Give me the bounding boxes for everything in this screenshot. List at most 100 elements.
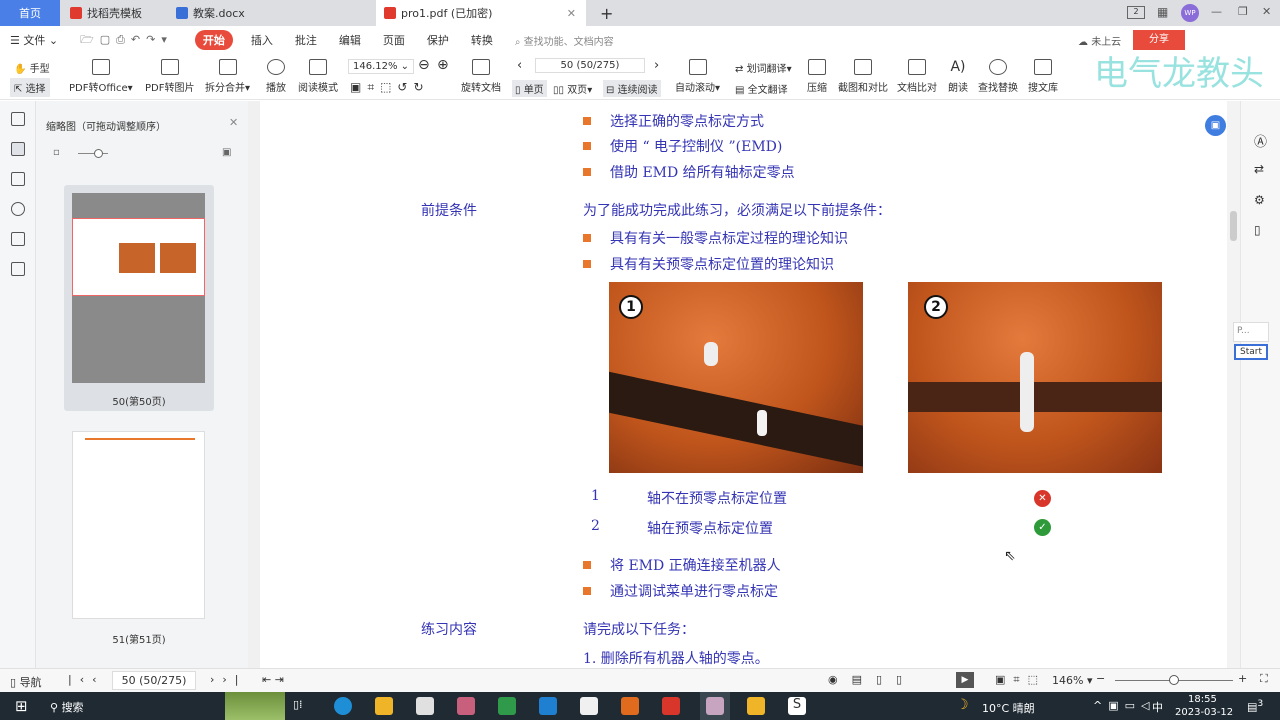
word-translate-button[interactable]: ⇄ 划词翻译▾ bbox=[735, 60, 792, 75]
pdf-to-office-button[interactable]: PDF转Office▾ bbox=[69, 59, 133, 94]
close-window-icon[interactable]: ✕ bbox=[1262, 5, 1271, 18]
double-page-button[interactable]: ▯▯ 双页▾ bbox=[553, 81, 592, 96]
pdf-to-image-button[interactable]: PDF转图片 bbox=[145, 59, 194, 94]
large-thumb-icon[interactable]: ▣ bbox=[222, 147, 231, 158]
page-number-input[interactable]: 50 (50/275) bbox=[535, 58, 645, 73]
navigation-button[interactable]: ▯ 导航 bbox=[10, 674, 42, 690]
split-merge-button[interactable]: 拆分合并▾ bbox=[205, 59, 250, 94]
zoom-in-icon[interactable]: ⊕ bbox=[437, 57, 449, 73]
tab-docx[interactable]: 教案.docx bbox=[168, 0, 374, 26]
apps-grid-icon[interactable]: ▦ bbox=[1157, 5, 1168, 19]
hand-tool[interactable]: ✋ 手型 bbox=[14, 60, 50, 75]
minimize-icon[interactable]: — bbox=[1211, 5, 1222, 18]
fit-rotate-icons[interactable]: ▣⌗⬚↺↻ bbox=[350, 80, 430, 95]
zoom-slider-handle[interactable] bbox=[1169, 675, 1179, 685]
settings-sliders-icon[interactable]: ⚙ bbox=[1254, 193, 1265, 207]
screenshot-compare-button[interactable]: 截图和对比 bbox=[838, 59, 888, 94]
play-icon[interactable]: ▶ bbox=[956, 672, 974, 688]
app-icon[interactable] bbox=[621, 697, 639, 715]
app-icon[interactable] bbox=[706, 697, 724, 715]
tab-home[interactable]: 首页 bbox=[0, 0, 60, 26]
tab-pdf[interactable]: pro1.pdf (已加密) ✕ bbox=[376, 0, 586, 26]
window-layout-icon[interactable]: 2 bbox=[1127, 6, 1145, 19]
start-button[interactable]: Start bbox=[1234, 344, 1268, 360]
next-last-page-buttons[interactable]: ››| bbox=[210, 673, 247, 686]
compress-button[interactable]: 压缩 bbox=[807, 59, 827, 94]
notification-icon[interactable]: ▤3 bbox=[1247, 698, 1263, 714]
next-page-icon[interactable]: › bbox=[654, 58, 659, 73]
zoom-in-button[interactable]: + bbox=[1238, 672, 1247, 685]
slider-handle[interactable] bbox=[94, 149, 103, 158]
thumbnail-icon[interactable] bbox=[10, 142, 25, 156]
windows-start-icon[interactable]: ⊞ bbox=[15, 697, 28, 715]
read-mode-button[interactable]: 阅读模式 bbox=[298, 59, 338, 94]
zoom-select[interactable]: 146.12% ⌄ bbox=[348, 59, 415, 74]
translate-icon[interactable]: ⇄ bbox=[1254, 162, 1264, 176]
first-prev-page-buttons[interactable]: |‹‹ bbox=[68, 673, 105, 686]
doc-compare-button[interactable]: 文档比对 bbox=[897, 59, 937, 94]
view-mode-icons[interactable]: ◉▤▯▯ bbox=[828, 673, 916, 686]
quick-access-icons[interactable]: 🗁▢⎙↶↷▾ bbox=[80, 31, 173, 50]
menu-annotate[interactable]: 批注 bbox=[295, 32, 317, 48]
mail-icon[interactable] bbox=[539, 697, 557, 715]
continuous-read-button[interactable]: ⊟ 连续阅读 bbox=[603, 80, 661, 97]
prev-page-icon[interactable]: ‹ bbox=[517, 58, 522, 73]
app-s-icon[interactable]: S bbox=[788, 697, 806, 715]
app-icon[interactable] bbox=[457, 697, 475, 715]
restore-icon[interactable]: ❐ bbox=[1238, 5, 1248, 18]
scroll-thumb[interactable] bbox=[1230, 211, 1237, 241]
read-aloud-button[interactable]: A) 朗读 bbox=[948, 59, 968, 94]
attachment-icon[interactable] bbox=[10, 202, 25, 216]
close-panel-icon[interactable]: ✕ bbox=[229, 116, 238, 129]
tab-templates[interactable]: 找稻壳模板 bbox=[62, 0, 166, 26]
ocr-icon[interactable]: Ⓐ bbox=[1254, 131, 1267, 150]
file-explorer-icon[interactable] bbox=[375, 697, 393, 715]
zoom-out-icon[interactable]: ⊖ bbox=[418, 57, 430, 73]
search-library-button[interactable]: 搜文库 bbox=[1028, 59, 1058, 94]
new-tab-button[interactable]: + bbox=[592, 0, 613, 26]
app-icon[interactable] bbox=[498, 697, 516, 715]
store-icon[interactable] bbox=[416, 697, 434, 715]
menu-protect[interactable]: 保护 bbox=[427, 32, 449, 48]
menu-convert[interactable]: 转换 bbox=[471, 32, 493, 48]
zoom-slider[interactable] bbox=[1115, 675, 1233, 685]
wps-icon[interactable] bbox=[662, 697, 680, 715]
library-side-icon[interactable]: ▯ bbox=[1254, 223, 1261, 237]
signature-icon[interactable] bbox=[10, 232, 25, 246]
bookmark-icon[interactable] bbox=[10, 112, 25, 126]
menu-insert[interactable]: 插入 bbox=[251, 32, 273, 48]
small-thumb-icon[interactable]: ▫ bbox=[53, 147, 60, 158]
thumb-size-slider[interactable] bbox=[78, 149, 108, 158]
fit-icons[interactable]: ▣⌗⬚ bbox=[995, 673, 1046, 687]
clock-date[interactable]: 2023-03-12 bbox=[1175, 707, 1233, 718]
panel-splitter[interactable] bbox=[248, 101, 260, 668]
edge-icon[interactable] bbox=[334, 697, 352, 715]
auto-scroll-button[interactable]: 自动滚动▾ bbox=[675, 59, 720, 94]
thumbnail-page-50[interactable]: 50(第50页) bbox=[64, 185, 214, 411]
app-icon[interactable] bbox=[580, 697, 598, 715]
clock-time[interactable]: 18:55 bbox=[1188, 694, 1217, 705]
fullscreen-icon[interactable]: ⛶ bbox=[1260, 672, 1268, 686]
play-button[interactable]: 播放 bbox=[266, 59, 286, 94]
taskbar-search[interactable]: ⚲ 搜索 bbox=[50, 699, 84, 715]
zoom-out-button[interactable]: − bbox=[1096, 672, 1105, 685]
full-translate-button[interactable]: ▤ 全文翻译 bbox=[735, 81, 788, 96]
back-forward-icons[interactable]: ⇤ ⇥ bbox=[262, 673, 284, 686]
menu-page[interactable]: 页面 bbox=[383, 32, 405, 48]
tray-icons[interactable]: ^▣▭◁ bbox=[1093, 699, 1155, 712]
comment-icon[interactable] bbox=[10, 172, 25, 186]
select-tool[interactable]: ⇱ 选择 bbox=[10, 78, 50, 97]
status-page-input[interactable]: 50 (50/275) bbox=[112, 671, 196, 690]
menu-edit[interactable]: 编辑 bbox=[339, 32, 361, 48]
page-tool-float-button[interactable]: ▣ bbox=[1205, 115, 1226, 136]
find-replace-button[interactable]: 查找替换 bbox=[978, 59, 1018, 94]
app-icon[interactable] bbox=[747, 697, 765, 715]
rotate-document-button[interactable]: 旋转文档 bbox=[461, 59, 501, 94]
single-page-button[interactable]: ▯ 单页 bbox=[512, 80, 547, 97]
layers-icon[interactable] bbox=[10, 262, 25, 276]
file-menu[interactable]: ☰ 文件 ⌄ bbox=[10, 32, 58, 48]
vertical-scrollbar[interactable] bbox=[1227, 101, 1240, 668]
thumbnail-page-51[interactable] bbox=[72, 431, 205, 619]
menu-start[interactable]: 开始 bbox=[194, 30, 233, 50]
avatar[interactable]: WP bbox=[1181, 4, 1199, 22]
